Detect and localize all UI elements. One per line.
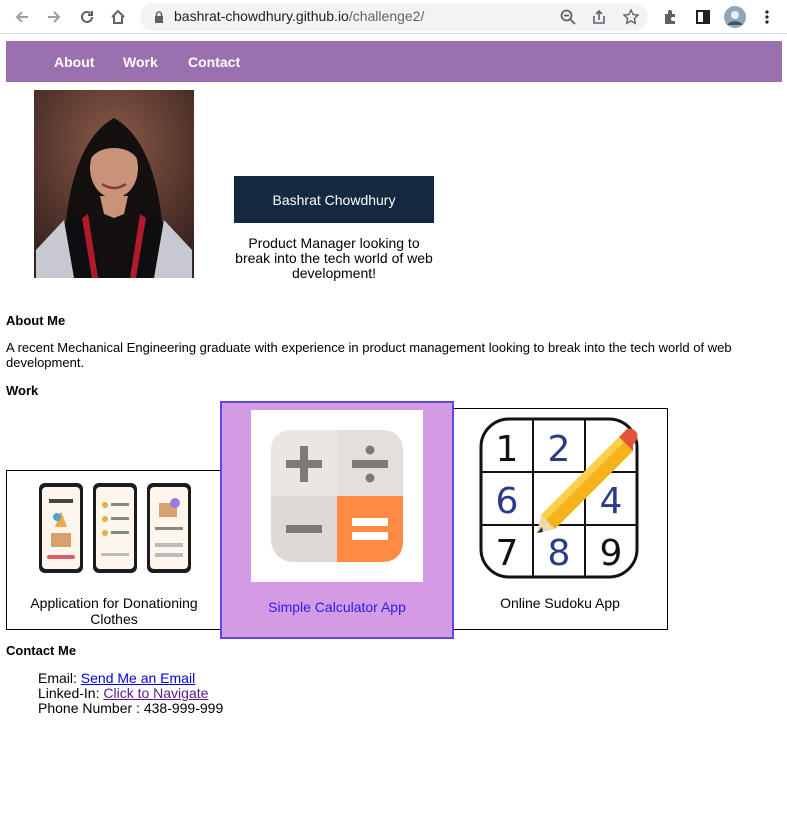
contact-details: Email: Send Me an Email Linked-In: Click… [38, 671, 223, 716]
page-content: About Work Contact Bashrat Chowdhury Pro… [0, 34, 787, 837]
sudoku-digit: 4 [600, 481, 623, 522]
url-path: /challenge2/ [348, 8, 425, 24]
contact-linkedin-row: Linked-In: Click to Navigate [38, 686, 223, 701]
forward-icon[interactable] [42, 5, 66, 29]
profile-photo [34, 90, 194, 278]
menu-kebab-icon[interactable] [755, 5, 779, 29]
contact-phone-row: Phone Number : 438-999-999 [38, 701, 223, 716]
email-label: Email: [38, 670, 81, 686]
lock-icon[interactable] [147, 5, 171, 29]
top-nav: About Work Contact [6, 41, 782, 82]
sudoku-digit: 2 [548, 429, 571, 470]
sudoku-digit: 8 [548, 533, 571, 574]
linkedin-label: Linked-In: [38, 685, 104, 701]
nav-contact-link[interactable]: Contact [188, 54, 240, 70]
phone-label: Phone Number : [38, 700, 144, 716]
about-heading: About Me [6, 313, 66, 328]
about-paragraph: A recent Mechanical Engineering graduate… [6, 340, 732, 370]
contact-heading: Contact Me [6, 643, 77, 658]
tagline-text: Product Manager looking to break into th… [235, 235, 433, 281]
phone-number: 438-999-999 [143, 700, 224, 716]
browser-toolbar: bashrat-chowdhury.github.io/challenge2/ [0, 0, 787, 34]
name-banner: Bashrat Chowdhury [234, 176, 434, 223]
project-card-calculator[interactable]: Simple Calculator App [220, 401, 454, 639]
bookmark-star-icon[interactable] [619, 5, 643, 29]
donation-app-phones-image [39, 483, 191, 573]
project-title-sudoku: Online Sudoku App [500, 595, 620, 611]
linkedin-link[interactable]: Click to Navigate [103, 685, 208, 701]
project-card-sudoku[interactable]: 1 2 6 4 7 8 9 Online Sudoku App [452, 408, 668, 630]
sudoku-icon: 1 2 6 4 7 8 9 [479, 417, 639, 579]
project-card-donation[interactable]: Application for Donationing Clothes [6, 470, 222, 630]
sudoku-digit: 7 [496, 533, 519, 574]
extensions-icon[interactable] [659, 5, 683, 29]
calculator-image-frame [251, 410, 423, 582]
sudoku-digit: 6 [496, 481, 519, 522]
project-title-donation: Application for Donationing Clothes [30, 595, 198, 627]
nav-about-link[interactable]: About [54, 54, 94, 70]
work-heading: Work [6, 383, 39, 398]
profile-avatar-icon[interactable] [723, 5, 747, 29]
side-panel-icon[interactable] [691, 5, 715, 29]
contact-email-row: Email: Send Me an Email [38, 671, 223, 686]
sudoku-digit: 9 [600, 533, 623, 574]
zoom-icon[interactable] [556, 5, 580, 29]
nav-work-link[interactable]: Work [123, 54, 158, 70]
calculator-icon [271, 430, 403, 562]
share-icon[interactable] [587, 5, 611, 29]
url-text: bashrat-chowdhury.github.io/challenge2/ [174, 8, 424, 24]
sudoku-digit: 1 [496, 429, 519, 470]
home-icon[interactable] [106, 5, 130, 29]
back-icon[interactable] [10, 5, 34, 29]
project-title-calculator: Simple Calculator App [268, 599, 406, 615]
url-host: bashrat-chowdhury.github.io [174, 8, 349, 24]
email-link[interactable]: Send Me an Email [81, 670, 195, 686]
reload-icon[interactable] [75, 5, 99, 29]
